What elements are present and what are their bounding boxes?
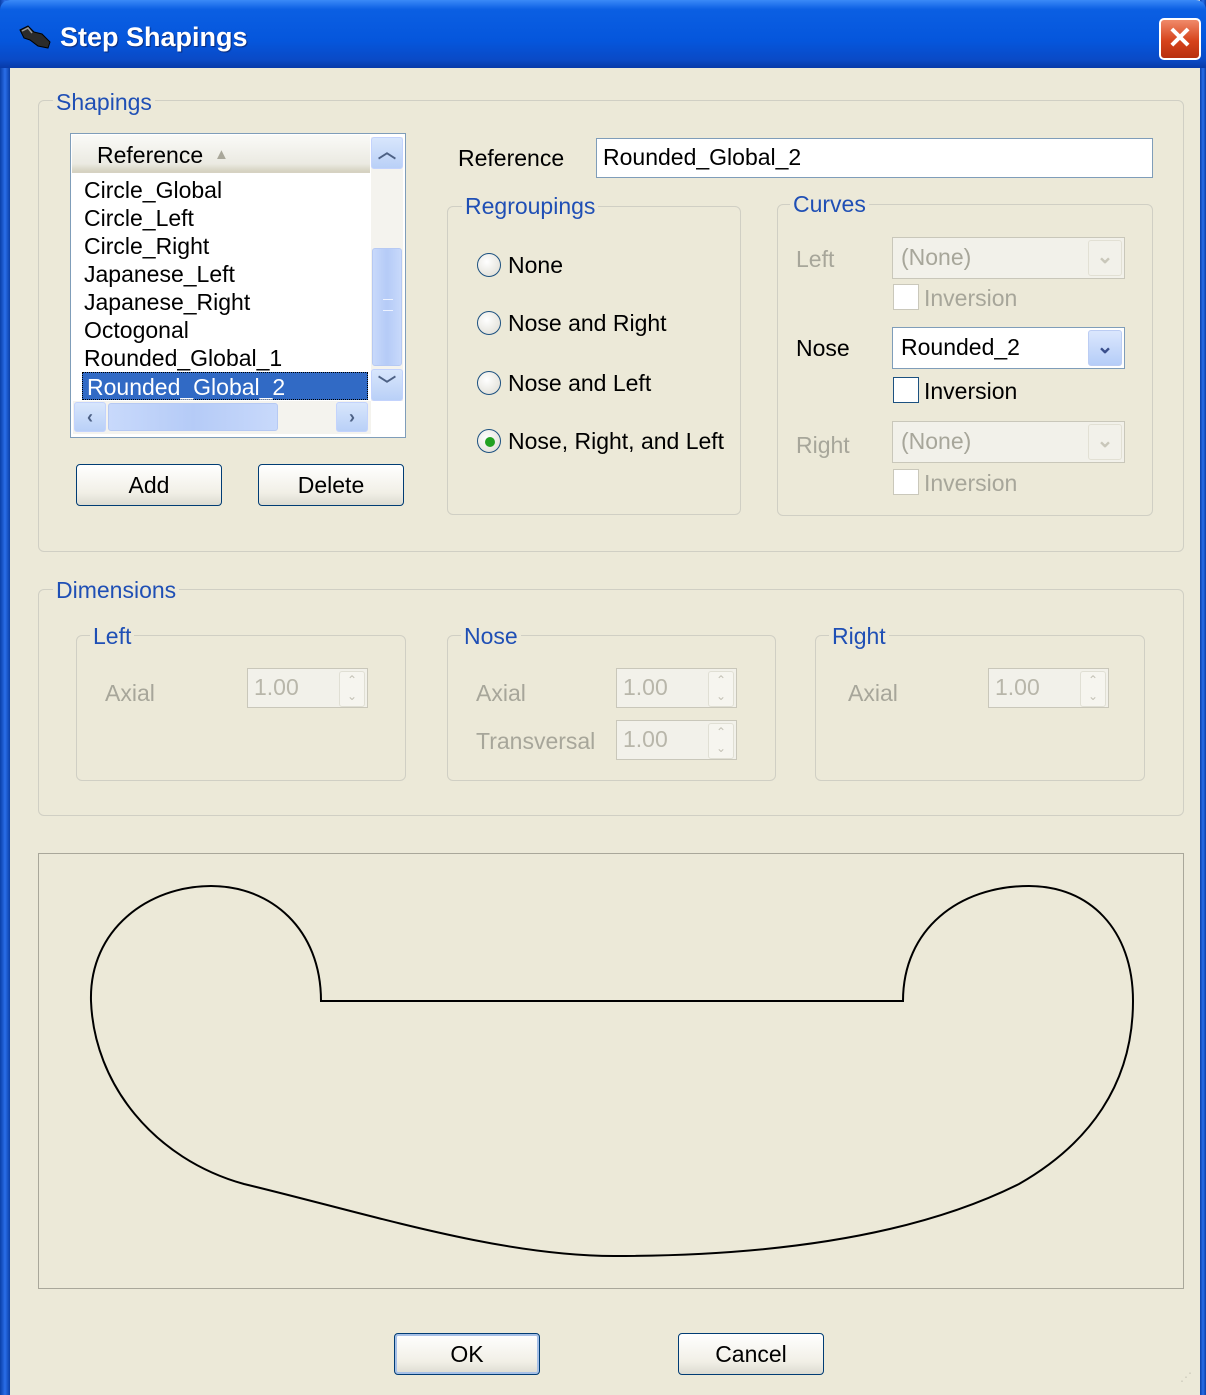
regrouping-radio[interactable] <box>477 429 501 453</box>
shape-preview-drawing <box>89 884 1135 1258</box>
dimensions-right-axial-spinner[interactable]: 1.00 ⌃ ⌄ <box>988 668 1109 708</box>
curve-left-inversion-checkbox[interactable] <box>893 284 919 310</box>
close-icon: ✕ <box>1167 22 1193 55</box>
curve-right-inversion-checkbox[interactable] <box>893 469 919 495</box>
thumb-grip-icon <box>383 299 393 311</box>
curve-right-select[interactable]: (None) ⌄ <box>892 421 1125 463</box>
curve-nose-select-value: Rounded_2 <box>901 334 1020 360</box>
cancel-button[interactable]: Cancel <box>678 1333 824 1375</box>
regroupings-group-label: Regroupings <box>462 193 599 220</box>
curve-nose-inversion-checkbox[interactable] <box>893 377 919 403</box>
curve-left-label: Left <box>796 246 835 272</box>
curve-nose-inversion-label: Inversion <box>924 378 1018 404</box>
shapings-group-label: Shapings <box>53 89 155 116</box>
shape-preview-panel <box>38 853 1184 1289</box>
dimensions-right-axial-label: Axial <box>848 680 898 706</box>
add-button[interactable]: Add <box>76 464 222 506</box>
scroll-up-button[interactable]: ︿ <box>371 137 403 169</box>
spinner-arrows-icon[interactable]: ⌃ ⌄ <box>708 723 734 759</box>
regrouping-option-label[interactable]: None <box>508 252 563 279</box>
dimensions-right-group <box>815 635 1145 781</box>
dimensions-right-axial-value: 1.00 <box>995 674 1040 700</box>
dimensions-left-axial-spinner[interactable]: 1.00 ⌃ ⌄ <box>247 668 368 708</box>
curve-right-select-value: (None) <box>901 428 972 454</box>
dimensions-nose-transversal-value: 1.00 <box>623 726 668 752</box>
reference-label: Reference <box>458 145 565 171</box>
list-item[interactable]: Circle_Right <box>84 232 209 260</box>
dimensions-nose-transversal-spinner[interactable]: 1.00 ⌃ ⌄ <box>616 720 737 760</box>
chevron-up-icon: ︿ <box>378 142 396 162</box>
list-item[interactable]: Octogonal <box>84 316 189 344</box>
curve-nose-label: Nose <box>796 335 850 361</box>
chevron-left-icon: ‹ <box>87 407 93 427</box>
close-button[interactable]: ✕ <box>1159 18 1201 60</box>
dimensions-group-label: Dimensions <box>53 577 180 604</box>
shape-outline <box>89 884 1135 1258</box>
dimensions-right-label: Right <box>829 623 889 650</box>
spinner-arrows-icon[interactable]: ⌃ ⌄ <box>339 671 365 707</box>
regrouping-option-label[interactable]: Nose, Right, and Left <box>508 428 724 455</box>
resize-grip-icon[interactable]: ⋰ <box>1180 1370 1202 1392</box>
chevron-down-icon: ⌄ <box>1088 424 1122 460</box>
sort-ascending-icon: ▲ <box>214 146 229 163</box>
list-item[interactable]: Circle_Global <box>84 176 222 204</box>
scroll-down-button[interactable]: ﹀ <box>371 369 403 401</box>
curve-right-inversion-label: Inversion <box>924 470 1018 496</box>
dimensions-nose-transversal-label: Transversal <box>476 728 596 754</box>
chevron-down-icon: ⌄ <box>1088 330 1122 366</box>
list-item[interactable]: Rounded_Global_2 <box>82 372 368 400</box>
window-frame-left <box>0 0 10 1395</box>
regrouping-radio[interactable] <box>477 311 501 335</box>
regrouping-radio[interactable] <box>477 371 501 395</box>
dimensions-left-axial-label: Axial <box>105 680 155 706</box>
dimensions-left-group <box>76 635 406 781</box>
horizontal-scroll-thumb[interactable] <box>108 403 278 431</box>
dimensions-left-label: Left <box>90 623 135 650</box>
curve-left-select-value: (None) <box>901 244 972 270</box>
list-item[interactable]: Rounded_Global_1 <box>84 344 282 372</box>
scroll-left-button[interactable]: ‹ <box>74 402 106 432</box>
list-item[interactable]: Japanese_Left <box>84 260 235 288</box>
vertical-scroll-thumb[interactable] <box>372 248 402 366</box>
dimensions-nose-axial-label: Axial <box>476 680 526 706</box>
dimensions-nose-label: Nose <box>461 623 521 650</box>
list-column-header-label: Reference <box>97 142 204 168</box>
curve-right-label: Right <box>796 432 850 458</box>
list-column-header[interactable]: Reference ▲ <box>72 135 370 173</box>
dimensions-nose-axial-spinner[interactable]: 1.00 ⌃ ⌄ <box>616 668 737 708</box>
chevron-right-icon: › <box>349 407 355 427</box>
boot-app-icon <box>19 25 51 49</box>
window-title: Step Shapings <box>60 22 248 52</box>
curves-group-label: Curves <box>790 191 869 218</box>
ok-button[interactable]: OK <box>394 1333 540 1375</box>
window-frame-right <box>1200 0 1206 1395</box>
spinner-arrows-icon[interactable]: ⌃ ⌄ <box>1080 671 1106 707</box>
delete-button[interactable]: Delete <box>258 464 404 506</box>
curve-nose-select[interactable]: Rounded_2 ⌄ <box>892 327 1125 369</box>
scroll-right-button[interactable]: › <box>336 402 368 432</box>
spinner-arrows-icon[interactable]: ⌃ ⌄ <box>708 671 734 707</box>
curve-left-select[interactable]: (None) ⌄ <box>892 237 1125 279</box>
dimensions-left-axial-value: 1.00 <box>254 674 299 700</box>
reference-input[interactable]: Rounded_Global_2 <box>596 138 1153 178</box>
radio-selected-dot <box>485 437 495 447</box>
list-item[interactable]: Japanese_Right <box>84 288 250 316</box>
chevron-down-icon: ⌄ <box>1088 240 1122 276</box>
regrouping-radio[interactable] <box>477 253 501 277</box>
chevron-down-icon: ﹀ <box>378 375 396 395</box>
dimensions-nose-axial-value: 1.00 <box>623 674 668 700</box>
curve-left-inversion-label: Inversion <box>924 285 1018 311</box>
list-item[interactable]: Circle_Left <box>84 204 194 232</box>
regrouping-option-label[interactable]: Nose and Left <box>508 370 651 397</box>
regrouping-option-label[interactable]: Nose and Right <box>508 310 667 337</box>
